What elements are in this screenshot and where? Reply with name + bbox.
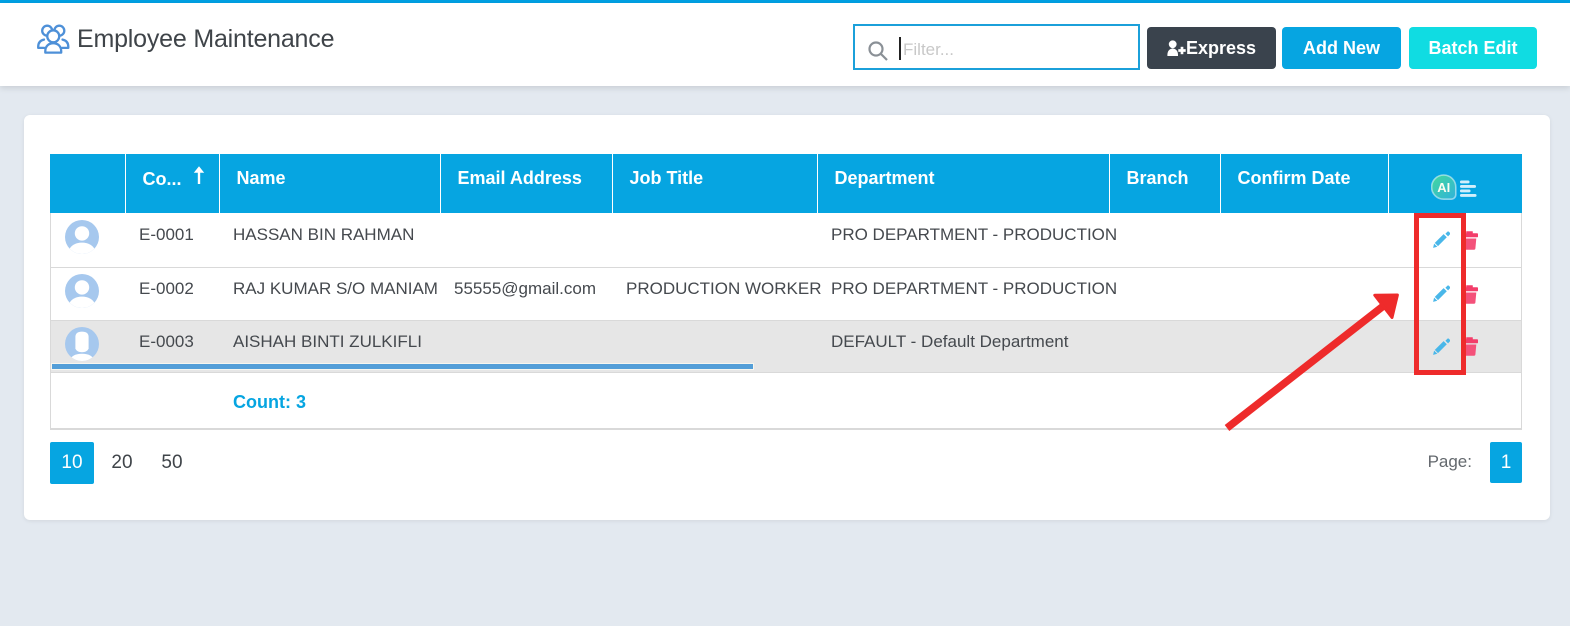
svg-text:AI: AI <box>1437 179 1450 194</box>
